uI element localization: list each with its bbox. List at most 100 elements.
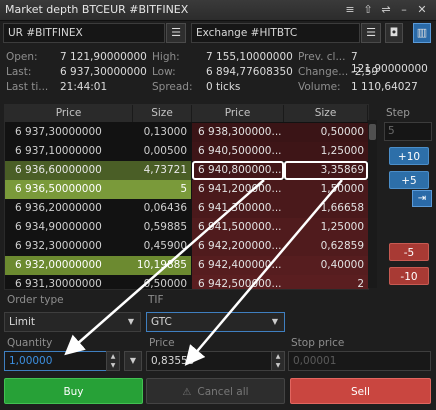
order-type-value: Limit [9,316,36,328]
tif-label: TIF [148,294,164,306]
ask-size-cell[interactable]: 0,40000 [284,256,368,275]
volume-label: Volume: [298,81,341,93]
ask-price-cell[interactable]: 6 940,500000... [192,142,284,161]
bid-price-cell[interactable]: 6 936,50000000 [5,180,133,199]
ask-size-header[interactable]: Size [284,105,368,122]
quantity-stepper[interactable]: ▲ ▼ [106,351,120,371]
table-row[interactable]: 6 931,30000000 0,50000 6 942,500000... 2 [5,275,368,289]
quantity-dropdown[interactable]: ▼ [124,351,142,371]
right-exchange-select[interactable]: Exchange #HITBTC [191,23,360,43]
table-row[interactable]: 6 936,60000000 4,73721 6 940,800000... 3,35… [5,161,368,180]
table-scrollbar[interactable] [368,120,377,288]
ask-size-cell[interactable]: 1,50000 [284,180,368,199]
bid-price-cell[interactable]: 6 932,30000000 [5,237,133,256]
minus10-button[interactable]: -10 [389,267,429,285]
buy-button[interactable]: Buy [4,378,143,404]
table-row[interactable]: 6 932,00000000 10,19885 6 942,400000... 0,4… [5,256,368,275]
left-instrument-select[interactable]: UR #BITFINEX [3,23,165,43]
ask-price-header[interactable]: Price [192,105,284,122]
window-title: Market depth BTCEUR #BITFINEX [5,3,189,16]
ask-size-cell[interactable]: 3,35869 [284,161,368,180]
ask-price-cell[interactable]: 6 941,500000... [192,218,284,237]
ask-price-cell[interactable]: 6 942,400000... [192,256,284,275]
bid-price-cell[interactable]: 6 937,30000000 [5,123,133,142]
bid-size-cell[interactable]: 0,45900 [133,237,191,256]
ask-size-cell[interactable]: 1,25000 [284,142,368,161]
ask-size-cell[interactable]: 2 [284,275,368,289]
minimize-icon[interactable]: – [396,2,412,17]
price-label: Price [149,337,175,349]
open-value: 7 121,90000000 [60,51,147,63]
tif-select[interactable]: GTC ▼ [146,312,285,332]
minus5-button[interactable]: -5 [389,243,429,261]
ask-size-cell[interactable]: 0,50000 [284,123,368,142]
table-row[interactable]: 6 934,90000000 0,59885 6 941,500000... 1,25… [5,218,368,237]
table-row[interactable]: 6 937,30000000 0,13000 6 938,300000... 0,50… [5,123,368,142]
bid-price-cell[interactable]: 6 934,90000000 [5,218,133,237]
left-instrument-value: UR #BITFINEX [8,27,83,39]
ask-size-cell[interactable]: 1,66658 [284,199,368,218]
cancel-all-label: Cancel all [197,386,249,398]
cancel-all-button[interactable]: ⚠ Cancel all [146,378,285,404]
bid-price-cell[interactable]: 6 931,30000000 [5,275,133,289]
depth-table[interactable]: Price Size Price Size 6 937,30000000 0,13… [4,104,369,290]
anchor-icon[interactable]: ⇥ [412,190,432,207]
right-list-button[interactable]: ☰ [361,23,381,43]
bid-size-cell[interactable]: 0,13000 [133,123,191,142]
quantity-label: Quantity [7,337,53,349]
link-icon[interactable]: ⇌ [378,2,394,17]
sell-button[interactable]: Sell [290,378,431,404]
table-row[interactable]: 6 932,30000000 0,45900 6 942,200000... 0,62… [5,237,368,256]
left-list-button[interactable]: ☰ [166,23,186,43]
price-input[interactable]: 0,83550 [146,351,285,371]
spread-value: 0 ticks [206,81,241,93]
step-input[interactable]: 5 [384,122,432,141]
ask-price-cell[interactable]: 6 940,800000... [192,161,284,180]
bid-size-cell[interactable]: 4,73721 [133,161,191,180]
table-row[interactable]: 6 936,20000000 0,06436 6 941,300000... 1,66… [5,199,368,218]
market-stats: Open: 7 121,90000000 High: 7 155,1000000… [0,47,436,95]
low-label: Low: [152,66,176,78]
price-stepper[interactable]: ▲ ▼ [271,351,285,371]
table-row[interactable]: 6 937,10000000 0,00500 6 940,500000... 1,25… [5,142,368,161]
stop-price-input[interactable]: 0,00001 [288,351,431,371]
bid-price-cell[interactable]: 6 937,10000000 [5,142,133,161]
close-icon[interactable]: ✕ [414,2,430,17]
high-label: High: [152,51,180,63]
step-label: Step [386,107,410,119]
bid-size-cell[interactable]: 0,50000 [133,275,191,289]
ask-price-cell[interactable]: 6 941,200000... [192,180,284,199]
bid-size-cell[interactable]: 10,19885 [133,256,191,275]
plus10-button[interactable]: +10 [389,147,429,165]
mouse-icon[interactable]: ◘ [385,23,403,43]
bid-price-cell[interactable]: 6 932,00000000 [5,256,133,275]
high-value: 7 155,10000000 [206,51,293,63]
ask-price-cell[interactable]: 6 938,300000... [192,123,284,142]
pin-icon[interactable]: ⇧ [360,2,376,17]
bid-size-cell[interactable]: 0,00500 [133,142,191,161]
last-value: 6 937,30000000 [60,66,147,78]
ask-price-cell[interactable]: 6 942,500000... [192,275,284,289]
ask-price-cell[interactable]: 6 941,300000... [192,199,284,218]
bid-size-cell[interactable]: 5 [133,180,191,199]
bid-size-header[interactable]: Size [133,105,192,122]
bid-price-header[interactable]: Price [5,105,133,122]
order-type-label: Order type [7,294,64,306]
ask-size-cell[interactable]: 1,25000 [284,218,368,237]
quantity-input[interactable]: 1,00000 [4,351,120,371]
bid-price-cell[interactable]: 6 936,20000000 [5,199,133,218]
menu-icon[interactable]: ≡ [342,2,358,17]
table-row[interactable]: 6 936,50000000 5 6 941,200000... 1,50000 [5,180,368,199]
layout-icon[interactable]: ▥ [413,23,431,43]
ask-size-cell[interactable]: 0,62859 [284,237,368,256]
bid-size-cell[interactable]: 0,06436 [133,199,191,218]
right-exchange-value: Exchange #HITBTC [196,27,298,39]
change-label: Change... [298,66,349,78]
table-scroll-thumb[interactable] [369,124,376,140]
ask-price-cell[interactable]: 6 942,200000... [192,237,284,256]
bid-price-cell[interactable]: 6 936,60000000 [5,161,133,180]
bid-size-cell[interactable]: 0,59885 [133,218,191,237]
title-bar: Market depth BTCEUR #BITFINEX ≡ ⇧ ⇌ – ✕ [0,0,436,21]
order-type-select[interactable]: Limit ▼ [4,312,141,332]
plus5-button[interactable]: +5 [389,171,429,189]
